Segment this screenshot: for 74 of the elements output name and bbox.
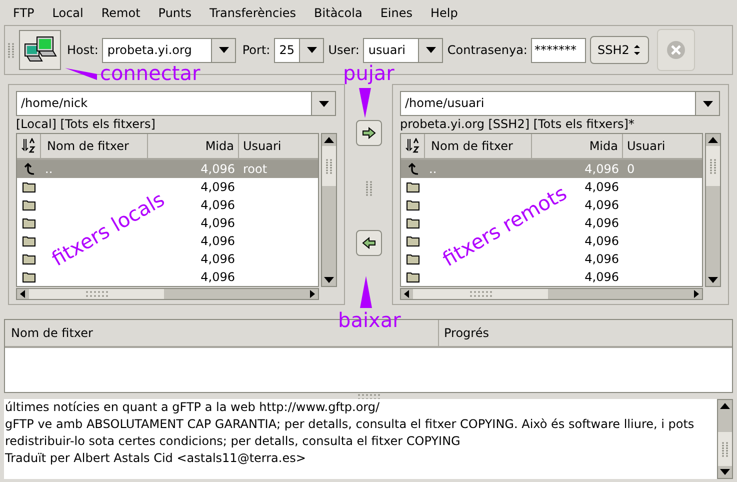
host-label: Host: bbox=[67, 42, 98, 59]
folder-icon bbox=[22, 271, 36, 283]
folder-icon bbox=[22, 199, 36, 211]
menu-item[interactable]: Help bbox=[430, 4, 458, 22]
folder-icon bbox=[22, 253, 36, 265]
folder-icon bbox=[406, 181, 420, 193]
log-message: últimes notícies en quant a gFTP a la web http://www.gftp.org/ bbox=[5, 399, 381, 416]
menu-item[interactable]: Remot bbox=[101, 4, 140, 22]
grip-icon bbox=[721, 441, 729, 457]
menu-item[interactable]: Bitàcola bbox=[314, 4, 362, 22]
panel-status: [Local] [Tots els fitxers] bbox=[16, 116, 156, 133]
folder-icon bbox=[406, 253, 420, 265]
file-name: .. bbox=[429, 162, 437, 176]
parent-folder-icon bbox=[406, 162, 420, 176]
vertical-scrollbar[interactable] bbox=[705, 133, 721, 287]
file-owner: 0 bbox=[627, 162, 635, 176]
password-field[interactable]: ******* bbox=[531, 38, 586, 62]
upload-button[interactable] bbox=[356, 120, 382, 146]
log-message: gFTP ve amb ABSOLUTAMENT CAP GARANTIA; per detalls, consulta el fitxer COPYING. Això és software lliure, i pots redistribuir-lo sota certes condicions; per detalls, consulta el fitxer COPYING bbox=[5, 416, 696, 450]
annotation-arrow bbox=[65, 68, 97, 80]
menu-item[interactable]: Local bbox=[52, 4, 84, 22]
right-arrow-icon bbox=[362, 127, 376, 139]
grip-icon bbox=[7, 42, 15, 58]
grip-icon bbox=[709, 158, 717, 174]
column-header[interactable]: Usuari bbox=[239, 134, 318, 158]
panel-status: probeta.yi.org [SSH2] [Tots els fitxers]* bbox=[400, 116, 636, 133]
folder-icon bbox=[406, 199, 420, 211]
column-header[interactable]: Progrés bbox=[439, 320, 732, 346]
port-field[interactable]: 25 bbox=[274, 38, 324, 62]
spinner-icon bbox=[632, 42, 642, 58]
menu-item[interactable]: Transferències bbox=[210, 4, 296, 22]
connect-button[interactable] bbox=[19, 30, 61, 70]
annotation-label: pujar bbox=[343, 62, 394, 84]
file-name: .. bbox=[45, 162, 53, 176]
vertical-scrollbar[interactable] bbox=[321, 133, 337, 287]
vertical-scrollbar[interactable] bbox=[717, 399, 733, 479]
grip-icon bbox=[468, 290, 492, 298]
folder-icon bbox=[406, 235, 420, 247]
annotation-arrow bbox=[359, 88, 371, 118]
password-label: Contrasenya: bbox=[447, 42, 528, 59]
menu-item[interactable]: Punts bbox=[158, 4, 192, 22]
path-field[interactable]: /home/nick bbox=[16, 91, 336, 116]
column-header[interactable]: Mida bbox=[532, 134, 623, 158]
column-header[interactable]: Mida bbox=[148, 134, 239, 158]
path-field[interactable]: /home/usuari bbox=[400, 91, 720, 116]
annotation-arrow bbox=[360, 276, 372, 308]
protocol-selector[interactable]: SSH2 bbox=[590, 36, 650, 64]
download-button[interactable] bbox=[356, 230, 382, 256]
file-owner: root bbox=[243, 162, 268, 176]
sort-icon bbox=[20, 138, 36, 154]
horizontal-scrollbar[interactable] bbox=[16, 288, 319, 300]
grip-icon bbox=[364, 180, 372, 196]
horizontal-scrollbar[interactable] bbox=[400, 288, 703, 300]
grip-icon bbox=[84, 290, 108, 298]
user-label: User: bbox=[328, 42, 360, 59]
column-header[interactable]: Usuari bbox=[623, 134, 702, 158]
column-header[interactable]: Nom de fitxer bbox=[41, 134, 148, 158]
folder-icon bbox=[406, 271, 420, 283]
sort-icon bbox=[404, 138, 420, 154]
annotation-label: connectar bbox=[100, 62, 200, 84]
port-label: Port: bbox=[242, 42, 270, 59]
parent-folder-icon bbox=[22, 162, 36, 176]
folder-icon bbox=[22, 181, 36, 193]
left-arrow-icon bbox=[362, 237, 376, 249]
host-field[interactable]: probeta.yi.org bbox=[102, 38, 236, 62]
column-header[interactable]: Nom de fitxer bbox=[425, 134, 532, 158]
log-message: Traduït per Albert Astals Cid <astals11@terra.es> bbox=[5, 450, 307, 467]
menu-item[interactable]: Eines bbox=[380, 4, 412, 22]
menu-item[interactable]: FTP bbox=[13, 4, 34, 22]
folder-icon bbox=[22, 217, 36, 229]
folder-icon bbox=[22, 235, 36, 247]
folder-icon bbox=[406, 217, 420, 229]
grip-icon bbox=[325, 158, 333, 174]
user-field[interactable]: usuari bbox=[363, 38, 444, 62]
